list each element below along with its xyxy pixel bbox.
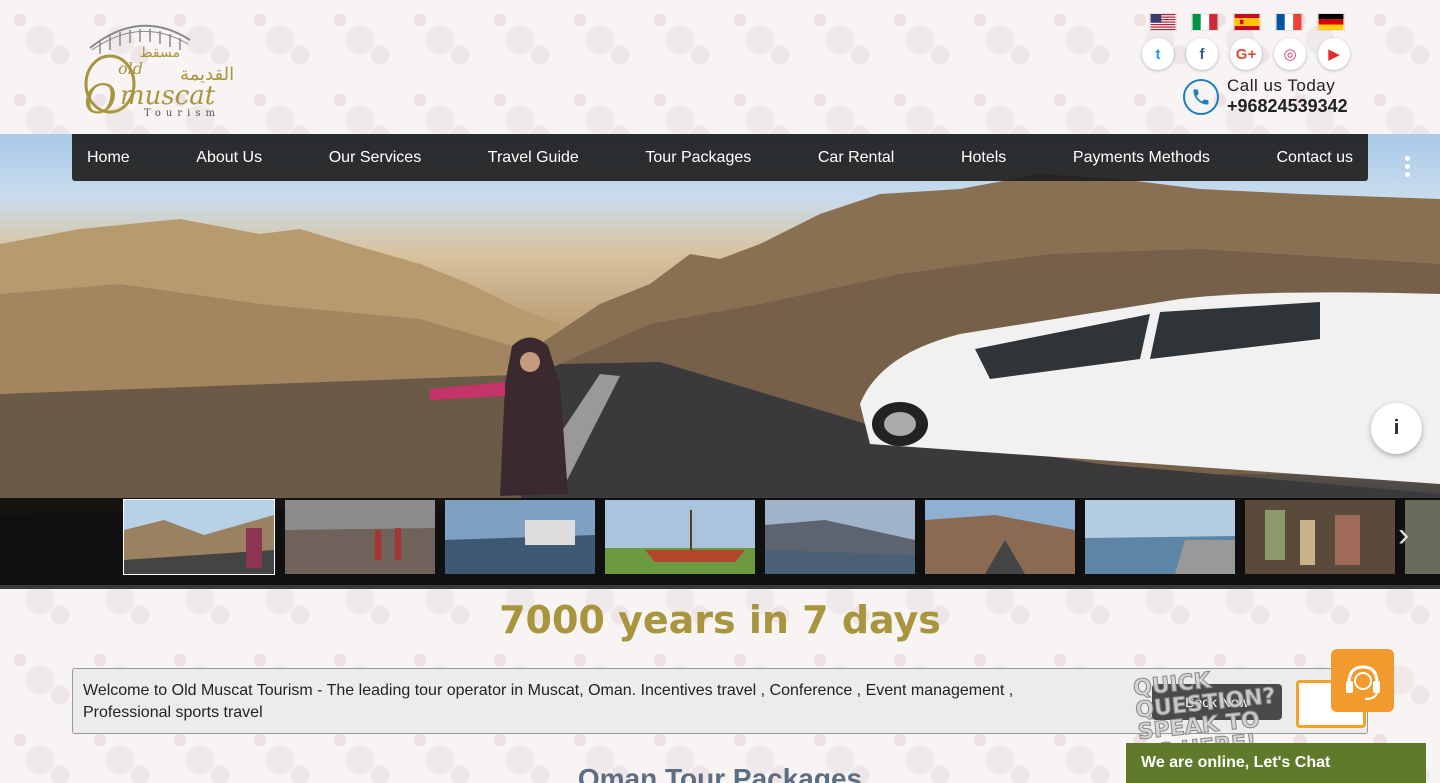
logo-old: old xyxy=(118,59,143,78)
logo-arabic-2: القديمة xyxy=(180,64,234,85)
call-us-block: Call us Today +96824539342 xyxy=(1183,76,1348,117)
nav-car-rental[interactable]: Car Rental xyxy=(818,149,894,167)
phone-number[interactable]: +96824539342 xyxy=(1227,96,1348,117)
facebook-icon[interactable]: f xyxy=(1186,38,1218,70)
nav-hotels[interactable]: Hotels xyxy=(961,149,1006,167)
nav-travel-guide[interactable]: Travel Guide xyxy=(488,149,579,167)
social-links: t f G+ ◎ ▶ xyxy=(1142,38,1350,70)
panorama-thumbnail[interactable] xyxy=(925,500,1075,574)
tagline: 7000 years in 7 days xyxy=(499,598,941,642)
language-selector xyxy=(1149,13,1345,31)
svg-text:O: O xyxy=(84,77,117,120)
headset-icon[interactable] xyxy=(1331,649,1394,712)
spanish-flag-icon[interactable] xyxy=(1233,13,1261,31)
live-chat-bar[interactable]: We are online, Let's Chat xyxy=(1126,743,1426,783)
youtube-icon[interactable]: ▶ xyxy=(1318,38,1350,70)
welcome-text: Welcome to Old Muscat Tourism - The lead… xyxy=(83,682,1014,721)
more-options-icon[interactable] xyxy=(1400,156,1414,178)
thumbnail-next-arrow-icon[interactable]: › xyxy=(1398,518,1420,556)
nav-home[interactable]: Home xyxy=(87,149,130,167)
italian-flag-icon[interactable] xyxy=(1191,13,1219,31)
nav-about-us[interactable]: About Us xyxy=(196,149,262,167)
info-button[interactable]: i xyxy=(1371,403,1422,454)
panorama-thumbnail[interactable] xyxy=(1245,500,1395,574)
call-us-label: Call us Today xyxy=(1227,76,1336,95)
english-flag-icon[interactable] xyxy=(1149,13,1177,31)
nav-our-services[interactable]: Our Services xyxy=(329,149,421,167)
logo-arabic: مسقط xyxy=(140,45,180,61)
logo-graphic: O old muscat مسقط القديمة Tourism xyxy=(84,24,234,123)
logo-muscat: muscat xyxy=(120,81,216,111)
logo-tourism: Tourism xyxy=(144,108,220,119)
panorama-thumbnail[interactable] xyxy=(445,500,595,574)
panorama-thumbnail[interactable] xyxy=(765,500,915,574)
instagram-icon[interactable]: ◎ xyxy=(1274,38,1306,70)
main-navigation: Home About Us Our Services Travel Guide … xyxy=(72,134,1368,181)
nav-contact-us[interactable]: Contact us xyxy=(1276,149,1352,167)
google-plus-icon[interactable]: G+ xyxy=(1230,38,1262,70)
nav-tour-packages[interactable]: Tour Packages xyxy=(645,149,751,167)
site-logo[interactable]: O old muscat مسقط القديمة Tourism xyxy=(80,10,248,123)
panorama-thumbnail[interactable] xyxy=(605,500,755,574)
nav-payments-methods[interactable]: Payments Methods xyxy=(1073,149,1210,167)
panorama-thumbnail[interactable] xyxy=(285,500,435,574)
french-flag-icon[interactable] xyxy=(1275,13,1303,31)
phone-icon xyxy=(1183,78,1219,115)
panorama-thumbnail[interactable] xyxy=(1085,500,1235,574)
twitter-icon[interactable]: t xyxy=(1142,38,1174,70)
panorama-thumbnail[interactable] xyxy=(123,499,275,575)
german-flag-icon[interactable] xyxy=(1317,13,1345,31)
panorama-viewer[interactable]: Home About Us Our Services Travel Guide … xyxy=(0,134,1440,589)
panorama-thumbnail-strip: › xyxy=(0,498,1440,585)
